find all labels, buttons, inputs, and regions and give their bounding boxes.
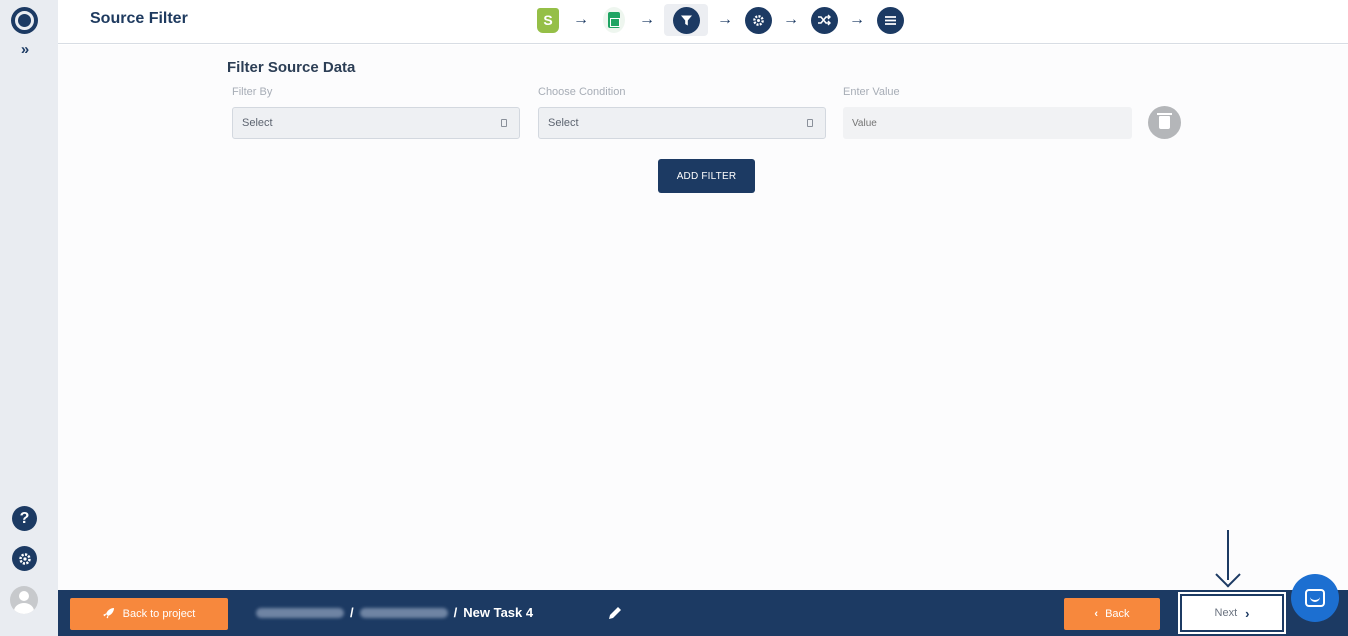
step-summary[interactable] [874,4,906,36]
back-to-project-button[interactable]: Back to project [70,598,228,630]
breadcrumb-separator: / [350,605,354,620]
main-content: Filter Source Data Filter By Select Choo… [58,45,1348,590]
chat-support-button[interactable] [1291,574,1339,622]
user-avatar[interactable] [10,586,38,614]
page-title: Source Filter [90,10,188,27]
chat-icon [1305,589,1325,607]
shopify-icon: S [537,7,559,33]
shuffle-icon [810,6,838,34]
filter-by-value: Select [242,117,273,129]
workflow-steps: S → → → → → [532,4,906,36]
help-icon[interactable]: ? [12,506,37,531]
arrow-right-icon: → [783,11,799,28]
breadcrumb-separator: / [453,605,458,620]
settings-gear-icon[interactable] [12,546,37,571]
arrow-right-icon: → [849,11,865,28]
arrow-right-icon: → [717,11,733,28]
next-button[interactable]: Next › [1178,592,1286,634]
dropdown-caret-icon [807,119,813,127]
left-sidebar: » ? [0,0,58,636]
footer-bar: Back to project / / New Task 4 ‹ Back Ne… [58,590,1348,636]
arrow-right-icon: → [639,11,655,28]
breadcrumb-project[interactable] [256,607,344,618]
gear-icon [744,6,772,34]
condition-label: Choose Condition [538,86,626,98]
add-filter-button[interactable]: ADD FILTER [658,159,755,193]
app-logo[interactable] [11,7,38,34]
sheets-icon [603,7,625,33]
expand-sidebar-icon[interactable]: » [15,40,35,60]
value-label: Enter Value [843,86,900,98]
breadcrumb-folder[interactable] [359,607,448,618]
condition-select[interactable]: Select [538,107,826,139]
dropdown-caret-icon [501,119,507,127]
section-title: Filter Source Data [227,59,356,76]
chevron-right-icon: › [1245,605,1250,621]
filter-icon [672,6,700,34]
breadcrumb-task-name: New Task 4 [463,605,534,620]
rocket-icon [102,607,115,622]
condition-value: Select [548,117,579,129]
top-header: Source Filter S → → → → → [58,0,1348,44]
back-to-project-label: Back to project [122,608,196,620]
step-filter[interactable] [664,4,708,36]
step-google-sheets[interactable] [598,4,630,36]
breadcrumb: / / New Task 4 [256,605,533,620]
next-label: Next [1214,607,1238,619]
step-settings[interactable] [742,4,774,36]
list-icon [876,6,904,34]
value-input[interactable] [843,107,1132,139]
filter-by-label: Filter By [232,86,273,98]
delete-filter-button[interactable] [1148,106,1181,139]
edit-pencil-icon[interactable] [607,605,623,621]
back-button[interactable]: ‹ Back [1064,598,1160,630]
step-mapping[interactable] [808,4,840,36]
filter-by-select[interactable]: Select [232,107,520,139]
trash-icon [1157,113,1172,129]
arrow-right-icon: → [573,11,589,28]
step-shopify[interactable]: S [532,4,564,36]
back-label: Back [1105,608,1130,620]
chevron-left-icon: ‹ [1094,608,1099,620]
